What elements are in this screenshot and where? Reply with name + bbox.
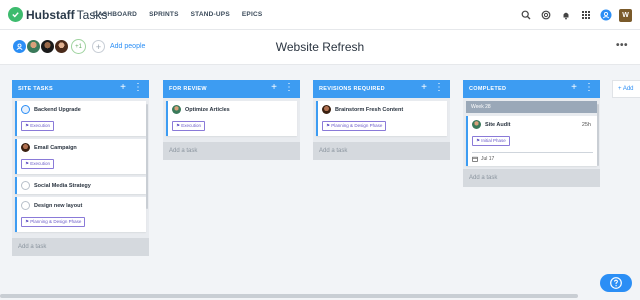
column-scrollbar[interactable] xyxy=(146,104,148,209)
phase-tag: ⚑ Execution xyxy=(21,121,55,131)
column-menu-icon[interactable]: ⋮ xyxy=(434,82,444,93)
nav-epics[interactable]: EPICS xyxy=(242,11,263,18)
nav-stand-ups[interactable]: STAND-UPS xyxy=(191,11,230,18)
task-name: Site Audit xyxy=(485,121,511,128)
bell-icon[interactable] xyxy=(559,8,573,22)
column-title: COMPLETED xyxy=(469,86,507,92)
column-body: Brainstorm Fresh Content ⚑ Planning & De… xyxy=(313,98,450,142)
phase-tag: ⚑ Planning & Design Phase xyxy=(21,217,86,227)
task-card[interactable]: Optimize Articles ⚑ Execution xyxy=(166,101,297,136)
column-revisions-required: REVISIONS REQUIRED + ⋮ Brainstorm Fresh C… xyxy=(313,80,450,160)
calendar-icon xyxy=(472,156,478,162)
column-title: SITE TASKS xyxy=(18,86,53,92)
top-actions: W xyxy=(513,8,632,22)
add-task-button[interactable]: Add a task xyxy=(463,169,600,187)
add-task-button[interactable]: Add a task xyxy=(313,142,450,160)
brand-name: Hubstaff xyxy=(26,7,75,22)
add-task-button[interactable]: Add a task xyxy=(12,238,149,256)
phase-tag: ⚑ Execution xyxy=(21,159,55,169)
card-divider xyxy=(472,152,593,153)
task-name: Brainstorm Fresh Content xyxy=(335,106,404,113)
due-date: Jul 17 xyxy=(472,156,593,162)
column-menu-icon[interactable]: ⋮ xyxy=(584,82,594,93)
board-more-menu[interactable]: ••• xyxy=(616,40,628,51)
help-center-icon[interactable] xyxy=(539,8,553,22)
column-body: Backend Upgrade ⚑ Execution Email Campai… xyxy=(12,98,149,238)
question-icon xyxy=(610,277,622,289)
board-title: Website Refresh xyxy=(275,40,365,54)
column-body: Week 28 Site Audit 25h ⚑ Initial Phase J… xyxy=(463,98,600,169)
nav-dashboard[interactable]: DASHBOARD xyxy=(93,11,137,18)
task-card[interactable]: Email Campaign ⚑ Execution xyxy=(15,139,146,174)
hubstaff-logo-icon xyxy=(8,7,23,22)
task-name: Email Campaign xyxy=(34,144,77,151)
unassigned-avatar-icon xyxy=(21,201,30,210)
column-header: REVISIONS REQUIRED + ⋮ xyxy=(313,80,450,98)
add-card-icon[interactable]: + xyxy=(120,82,126,93)
add-card-icon[interactable]: + xyxy=(421,82,427,93)
assignee-avatar xyxy=(322,105,331,114)
team-icon[interactable] xyxy=(599,8,613,22)
phase-tag: ⚑ Planning & Design Phase xyxy=(322,121,387,131)
phase-tag: ⚑ Execution xyxy=(172,121,206,131)
column-menu-icon[interactable]: ⋮ xyxy=(284,82,294,93)
column-completed: COMPLETED + ⋮ Week 28 Site Audit 25h ⚑ In… xyxy=(463,80,600,187)
column-scrollbar[interactable] xyxy=(597,104,599,166)
task-card[interactable]: Design new layout ⚑ Planning & Design Ph… xyxy=(15,197,146,232)
column-title: FOR REVIEW xyxy=(169,86,207,92)
task-card[interactable]: Brainstorm Fresh Content ⚑ Planning & De… xyxy=(316,101,447,136)
task-name: Optimize Articles xyxy=(185,106,230,113)
task-name: Social Media Strategy xyxy=(34,182,91,189)
column-header: FOR REVIEW + ⋮ xyxy=(163,80,300,98)
search-icon[interactable] xyxy=(519,8,533,22)
add-card-icon[interactable]: + xyxy=(271,82,277,93)
phase-tag: ⚑ Initial Phase xyxy=(472,136,510,146)
assignee-avatar xyxy=(172,105,181,114)
add-list-button[interactable]: + Add xyxy=(612,80,640,98)
help-chat-button[interactable] xyxy=(600,274,632,292)
unassigned-avatar-icon xyxy=(21,181,30,190)
task-card[interactable]: Site Audit 25h ⚑ Initial Phase Jul 17 xyxy=(466,116,597,166)
task-card[interactable]: Social Media Strategy xyxy=(15,177,146,194)
column-header: COMPLETED + ⋮ xyxy=(463,80,600,98)
assignee-avatar xyxy=(21,143,30,152)
apps-grid-icon[interactable] xyxy=(579,8,593,22)
task-name: Backend Upgrade xyxy=(34,106,81,113)
add-card-icon[interactable]: + xyxy=(571,82,577,93)
task-card[interactable]: Backend Upgrade ⚑ Execution xyxy=(15,101,146,136)
column-body: Optimize Articles ⚑ Execution xyxy=(163,98,300,142)
week-group-header[interactable]: Week 28 xyxy=(466,101,597,113)
column-header: SITE TASKS + ⋮ xyxy=(12,80,149,98)
assignee-avatar xyxy=(472,120,481,129)
top-bar: Hubstaff Tasks DASHBOARD SPRINTS STAND-U… xyxy=(0,0,640,30)
column-for-review: FOR REVIEW + ⋮ Optimize Articles ⚑ Execut… xyxy=(163,80,300,160)
board-header: +1 + Add people Website Refresh ••• xyxy=(0,30,640,65)
add-task-button[interactable]: Add a task xyxy=(163,142,300,160)
user-avatar[interactable]: W xyxy=(619,8,632,22)
task-name: Design new layout xyxy=(34,202,83,209)
column-title: REVISIONS REQUIRED xyxy=(319,86,385,92)
team-icon xyxy=(21,105,30,114)
tracked-duration: 25h xyxy=(581,122,591,128)
column-menu-icon[interactable]: ⋮ xyxy=(133,82,143,93)
nav-sprints[interactable]: SPRINTS xyxy=(149,11,179,18)
board-horizontal-scrollbar[interactable] xyxy=(0,294,578,298)
column-site-tasks: SITE TASKS + ⋮ Backend Upgrade ⚑ Executio… xyxy=(12,80,149,256)
main-nav: DASHBOARD SPRINTS STAND-UPS EPICS xyxy=(93,11,274,18)
